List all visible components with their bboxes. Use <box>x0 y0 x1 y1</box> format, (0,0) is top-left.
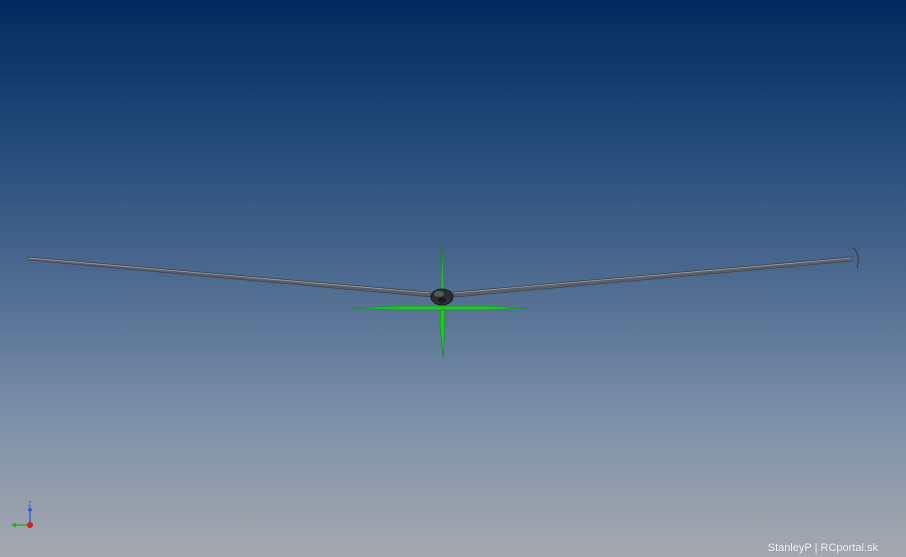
fuselage <box>430 288 454 306</box>
right-wing <box>453 256 853 298</box>
propeller-horizontal-blade <box>351 305 531 311</box>
glider-model[interactable] <box>0 0 906 557</box>
x-axis-icon <box>27 522 33 528</box>
right-winglet <box>852 247 859 269</box>
axis-triad: Z <box>11 502 33 528</box>
watermark-credit: StanleyP | RCportal.sk <box>767 542 878 554</box>
3d-viewport[interactable]: Z StanleyP | RCportal.sk <box>0 0 906 557</box>
left-wing <box>27 256 433 298</box>
z-axis-label: Z <box>28 502 32 508</box>
